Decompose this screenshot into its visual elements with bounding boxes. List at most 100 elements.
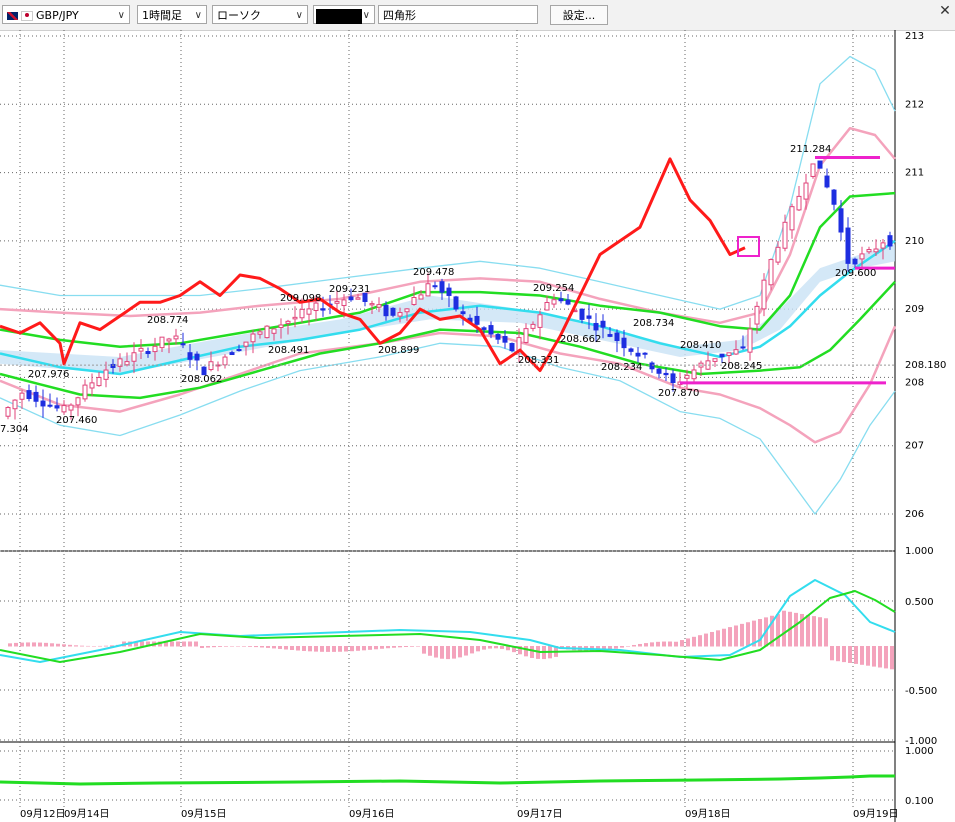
oscillator-bar xyxy=(638,643,642,647)
candle-body xyxy=(544,302,550,311)
candle-body xyxy=(89,382,95,389)
candle-body xyxy=(26,390,32,399)
oscillator-bar xyxy=(398,646,402,648)
price-annotation: 208.245 xyxy=(721,361,762,372)
oscillator-bar xyxy=(842,646,846,663)
oscillator-bar xyxy=(644,643,648,647)
oscillator-bar xyxy=(500,646,504,649)
oscillator-bar xyxy=(884,646,888,669)
candle-body xyxy=(565,299,571,305)
x-axis-date-label: 09月17日 xyxy=(517,808,562,820)
oscillator-bar xyxy=(212,646,216,648)
oscillator-bar xyxy=(368,646,372,650)
candle-body xyxy=(138,347,144,352)
oscillator-bar xyxy=(482,646,486,650)
candle-body xyxy=(68,404,74,411)
price-axis-label: 206 xyxy=(905,509,924,520)
oscillator-bar xyxy=(374,646,378,650)
volume-axis-label: 1.000 xyxy=(905,746,934,757)
oscillator-bar xyxy=(206,646,210,648)
oscillator-bar xyxy=(530,646,534,658)
oscillator-bar xyxy=(200,646,204,649)
candle-body xyxy=(82,384,88,400)
oscillator-bar xyxy=(332,646,336,652)
oscillator-bar xyxy=(62,644,66,647)
chart-area[interactable]: 213 212 211 210 209 208.180 208 207 206 1.000 0.50… xyxy=(0,0,955,822)
oscillator-bar xyxy=(626,646,630,647)
oscillator-bar xyxy=(794,612,798,647)
oscillator-bar xyxy=(182,641,186,647)
oscillator-bar xyxy=(290,646,294,651)
oscillator-axis-label: -0.500 xyxy=(905,686,937,697)
price-annotation: 209.231 xyxy=(329,284,370,295)
oscillator-bar xyxy=(20,642,24,647)
oscillator-bar xyxy=(296,646,300,651)
candle-body xyxy=(859,253,865,260)
candle-body xyxy=(33,391,39,402)
candle-body xyxy=(278,324,284,329)
candle-body xyxy=(47,404,53,407)
oscillator-bar xyxy=(26,642,30,647)
price-annotation: 211.284 xyxy=(790,144,831,155)
oscillator-bar xyxy=(80,645,84,647)
candle-body xyxy=(257,331,263,335)
volume-indicator-line xyxy=(0,774,895,786)
candle-body xyxy=(824,175,830,188)
price-axis-label: 211 xyxy=(905,168,924,179)
candle-body xyxy=(292,316,298,320)
oscillator-bar xyxy=(50,643,54,647)
price-annotation: 207.460 xyxy=(56,415,97,426)
candle-body xyxy=(222,356,228,366)
candle-body xyxy=(341,299,347,307)
candle-body xyxy=(166,338,172,342)
candle-body xyxy=(5,407,11,417)
oscillator-bar xyxy=(362,646,366,651)
oscillator-bar xyxy=(170,641,174,647)
oscillator-bar xyxy=(44,642,48,647)
oscillator-bar xyxy=(284,646,288,650)
price-annotation: 208.491 xyxy=(268,345,309,356)
candle-body xyxy=(768,259,774,286)
oscillator-bar xyxy=(320,646,324,652)
candle-body xyxy=(628,348,634,352)
price-annotation: 208.774 xyxy=(147,315,188,326)
candle-body xyxy=(684,374,690,379)
oscillator-bar xyxy=(350,646,354,652)
price-axis-label: 207 xyxy=(905,441,924,452)
candle-body xyxy=(334,301,340,304)
candle-body xyxy=(397,312,403,317)
candle-body xyxy=(348,296,354,301)
oscillator-bar xyxy=(236,646,240,647)
candle-body xyxy=(299,308,305,319)
candle-body xyxy=(691,369,697,380)
oscillator-bar xyxy=(224,646,228,647)
candle-body xyxy=(439,281,445,293)
candle-body xyxy=(376,304,382,308)
price-annotation: 207.976 xyxy=(28,369,69,380)
oscillator-bar xyxy=(68,644,72,647)
price-annotation: 208.899 xyxy=(378,345,419,356)
oscillator-bar xyxy=(854,646,858,664)
candle-body xyxy=(712,358,718,362)
oscillator-bar xyxy=(488,646,492,649)
oscillator-bar xyxy=(188,641,192,647)
candle-body xyxy=(271,328,277,334)
price-axis-label: 208 xyxy=(905,377,924,388)
candle-body xyxy=(236,349,242,352)
candle-body xyxy=(649,362,655,370)
candle-body xyxy=(320,308,326,311)
oscillator-bar xyxy=(860,646,864,665)
candle-body xyxy=(740,346,746,349)
candle-body xyxy=(425,283,431,297)
candle-body xyxy=(390,307,396,316)
candle-body xyxy=(635,352,641,357)
candle-body xyxy=(803,182,809,200)
candle-body xyxy=(810,163,816,177)
x-axis-date-label: 09月12日 xyxy=(20,808,65,820)
oscillator-bar xyxy=(344,646,348,652)
candle-body xyxy=(152,345,158,353)
oscillator-bar xyxy=(92,645,96,647)
price-axis-label: 209 xyxy=(905,304,924,315)
oscillator-bar xyxy=(242,646,246,647)
oscillator-bar xyxy=(710,631,714,647)
